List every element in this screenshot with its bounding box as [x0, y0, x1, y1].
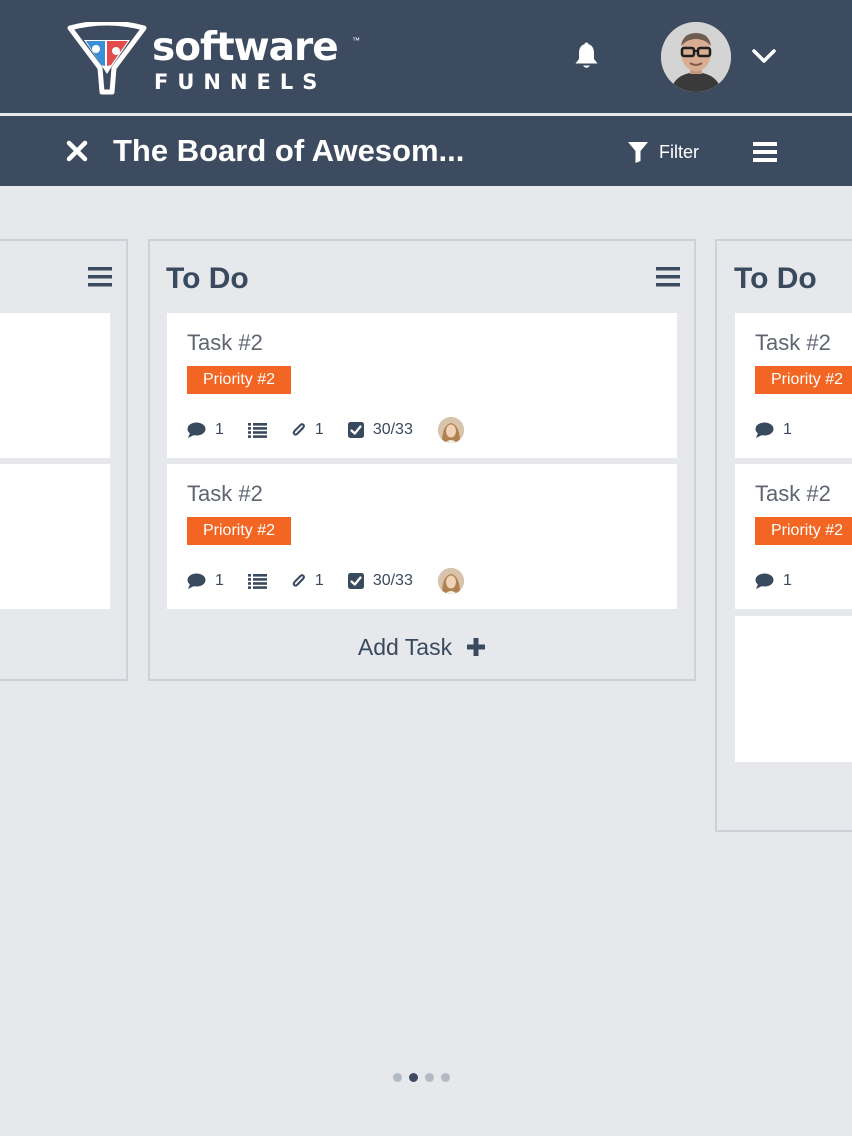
list-icon [247, 573, 267, 589]
list-icon [247, 422, 267, 438]
comment-icon [187, 573, 206, 589]
checklist-progress-text: 30/33 [372, 421, 413, 438]
comments-count-text: 1 [783, 572, 792, 589]
task-meta: 1 [755, 569, 792, 593]
attachments-count-text: 1 [314, 572, 324, 589]
comments-count[interactable]: 1 [755, 421, 792, 439]
checklist-button[interactable] [247, 422, 267, 438]
checklist-button[interactable] [247, 573, 267, 589]
board-title: The Board of Awesom... [113, 133, 465, 168]
task-title: Task #2 [187, 481, 263, 506]
priority-badge[interactable]: Priority #2 [755, 517, 852, 545]
task-card[interactable]: Task #2 Priority #2 1 [735, 464, 852, 609]
task-title: Task #2 [755, 481, 831, 506]
checkbox-icon [347, 422, 364, 438]
task-card[interactable]: Task #2 Priority #2 1 1 30/33 [167, 464, 677, 609]
comments-count-text: 1 [215, 421, 224, 438]
paperclip-icon [292, 574, 305, 587]
task-card[interactable]: Task #2 Priority #2 1 1 30/33 [167, 313, 677, 458]
task-card[interactable] [0, 464, 110, 609]
checklist-progress-text: 30/33 [372, 572, 413, 589]
add-task-button[interactable]: Add Task [148, 632, 696, 662]
comments-count[interactable]: 1 [187, 572, 224, 590]
page-indicator [393, 1073, 450, 1082]
page-dot[interactable] [441, 1073, 450, 1082]
plus-icon [467, 638, 486, 656]
page-dot[interactable] [425, 1073, 434, 1082]
task-meta: 1 1 30/33 [187, 417, 464, 443]
comment-icon [187, 422, 206, 438]
assignee-avatar[interactable] [437, 568, 464, 594]
logo-wordmark: software [152, 25, 339, 70]
attachments-count[interactable]: 1 [291, 421, 324, 439]
logo-subtitle: FUNNELS [154, 70, 327, 94]
comments-count-text: 1 [215, 572, 224, 589]
paperclip-icon [292, 423, 305, 436]
logo-trademark: ™ [352, 36, 360, 45]
task-title: Task #2 [187, 330, 263, 355]
column-menu-icon[interactable] [656, 267, 680, 287]
page-dot[interactable] [393, 1073, 402, 1082]
checkbox-icon [347, 573, 364, 589]
attachments-count[interactable]: 1 [291, 572, 324, 590]
column-title: To Do [166, 262, 249, 295]
priority-badge[interactable]: Priority #2 [187, 366, 292, 394]
board-menu-icon[interactable] [752, 141, 778, 163]
add-task-label: Add Task [357, 633, 453, 660]
comments-count[interactable]: 1 [755, 572, 792, 590]
notification-bell-icon[interactable] [573, 42, 600, 70]
page-dot-active[interactable] [409, 1073, 418, 1082]
attachments-count-text: 1 [314, 421, 324, 438]
board-column-todo: To Do Task #2 Priority #2 1 1 30/33 Task… [148, 239, 696, 681]
chevron-down-icon[interactable] [751, 47, 777, 65]
comments-count-text: 1 [783, 421, 792, 438]
task-card[interactable] [735, 616, 852, 762]
task-title: Task #2 [755, 330, 831, 355]
comment-icon [755, 422, 774, 438]
comments-count[interactable]: 1 [187, 421, 224, 439]
filter-label: Filter [659, 141, 699, 162]
comment-icon [755, 573, 774, 589]
checklist-progress[interactable]: 30/33 [347, 572, 413, 590]
task-meta: 1 [755, 418, 792, 442]
checklist-progress[interactable]: 30/33 [347, 421, 413, 439]
priority-badge[interactable]: Priority #2 [755, 366, 852, 394]
column-menu-icon[interactable] [88, 267, 112, 287]
column-title: To Do [734, 262, 817, 295]
priority-badge[interactable]: Priority #2 [187, 517, 292, 545]
task-card[interactable] [0, 313, 110, 458]
task-card[interactable]: Task #2 Priority #2 1 [735, 313, 852, 458]
user-avatar[interactable] [661, 22, 731, 92]
filter-icon [628, 142, 648, 163]
assignee-avatar[interactable] [437, 417, 464, 443]
funnel-logo-icon [67, 22, 147, 95]
close-icon[interactable] [66, 140, 88, 162]
board-column-todo: To Do Task #2 Priority #2 1 Task #2 Prio… [715, 239, 852, 832]
task-meta: 1 1 30/33 [187, 568, 464, 594]
filter-button[interactable]: Filter [627, 139, 699, 165]
software-funnels-logo[interactable]: software ™ FUNNELS [66, 20, 366, 96]
board-column [0, 239, 128, 681]
